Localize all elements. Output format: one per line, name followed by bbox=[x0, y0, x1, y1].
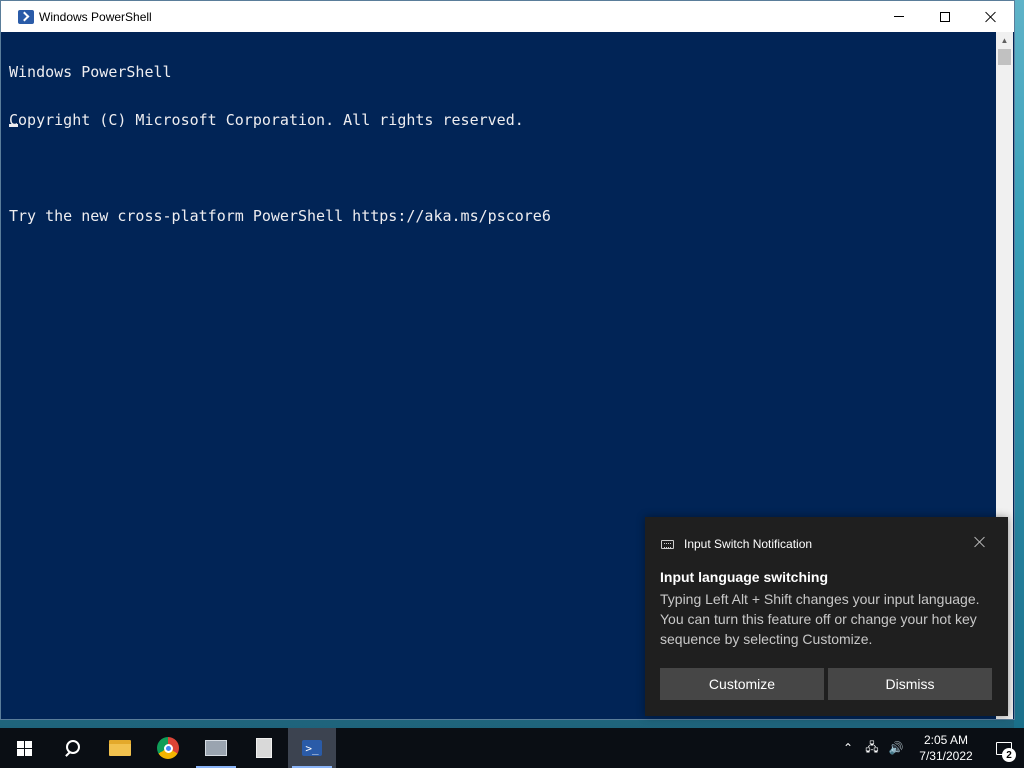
notification-toast[interactable]: Input Switch Notification Input language… bbox=[645, 517, 1008, 716]
file-explorer-button[interactable] bbox=[96, 728, 144, 768]
network-icon: 🖧 bbox=[865, 739, 879, 754]
powershell-icon: >_ bbox=[302, 740, 322, 756]
chrome-button[interactable] bbox=[144, 728, 192, 768]
close-button[interactable] bbox=[968, 1, 1014, 32]
title-bar[interactable]: Windows PowerShell bbox=[1, 1, 1014, 32]
search-icon bbox=[64, 740, 80, 756]
action-center-button[interactable]: 2 bbox=[984, 728, 1024, 768]
server-manager-icon bbox=[205, 740, 227, 756]
windows-start-icon bbox=[16, 740, 32, 756]
speaker-icon: 🔊 bbox=[888, 741, 904, 755]
keyboard-icon bbox=[661, 539, 674, 549]
text-cursor bbox=[9, 124, 18, 127]
scroll-up-button[interactable]: ▲ bbox=[996, 32, 1013, 49]
maximize-icon bbox=[940, 11, 950, 22]
window-title: Windows PowerShell bbox=[39, 9, 152, 24]
close-icon bbox=[985, 11, 997, 23]
document-icon bbox=[256, 738, 272, 758]
taskbar: >_ ⌃ 🖧 🔊 2:05 AM 7/31/2022 2 bbox=[0, 728, 1024, 768]
chrome-icon bbox=[157, 737, 179, 759]
show-hidden-icons-button[interactable]: ⌃ bbox=[836, 728, 860, 768]
console-line: Copyright (C) Microsoft Corporation. All… bbox=[9, 111, 524, 129]
minimize-button[interactable] bbox=[876, 1, 922, 32]
search-button[interactable] bbox=[48, 728, 96, 768]
toast-actions: Customize Dismiss bbox=[660, 668, 992, 700]
toast-title: Input language switching bbox=[660, 569, 828, 585]
server-manager-button[interactable] bbox=[192, 728, 240, 768]
clock-date: 7/31/2022 bbox=[919, 749, 973, 763]
system-tray: ⌃ 🖧 🔊 2:05 AM 7/31/2022 2 bbox=[836, 728, 1024, 768]
notification-count-badge: 2 bbox=[1002, 748, 1016, 762]
minimize-icon bbox=[894, 16, 904, 17]
console-line: Windows PowerShell bbox=[9, 63, 172, 81]
toast-close-icon[interactable] bbox=[974, 536, 986, 548]
toast-body: Typing Left Alt + Shift changes your inp… bbox=[660, 591, 980, 647]
start-button[interactable] bbox=[0, 728, 48, 768]
window-controls bbox=[876, 1, 1014, 32]
document-app-button[interactable] bbox=[240, 728, 288, 768]
toast-header: Input Switch Notification bbox=[661, 537, 812, 551]
chevron-up-icon: ⌃ bbox=[842, 741, 854, 755]
scrollbar-thumb[interactable] bbox=[998, 49, 1011, 65]
powershell-taskbar-button[interactable]: >_ bbox=[288, 728, 336, 768]
volume-button[interactable]: 🔊 bbox=[884, 728, 908, 768]
powershell-icon bbox=[18, 9, 34, 24]
clock[interactable]: 2:05 AM 7/31/2022 bbox=[908, 732, 984, 764]
toast-app-name: Input Switch Notification bbox=[684, 537, 813, 551]
clock-time: 2:05 AM bbox=[923, 733, 969, 747]
desktop-background bbox=[1014, 0, 1024, 728]
maximize-button[interactable] bbox=[922, 1, 968, 32]
dismiss-button[interactable]: Dismiss bbox=[828, 668, 992, 700]
network-button[interactable]: 🖧 bbox=[860, 728, 884, 768]
customize-button[interactable]: Customize bbox=[660, 668, 824, 700]
console-line: Try the new cross-platform PowerShell ht… bbox=[9, 207, 551, 225]
folder-icon bbox=[109, 740, 131, 756]
